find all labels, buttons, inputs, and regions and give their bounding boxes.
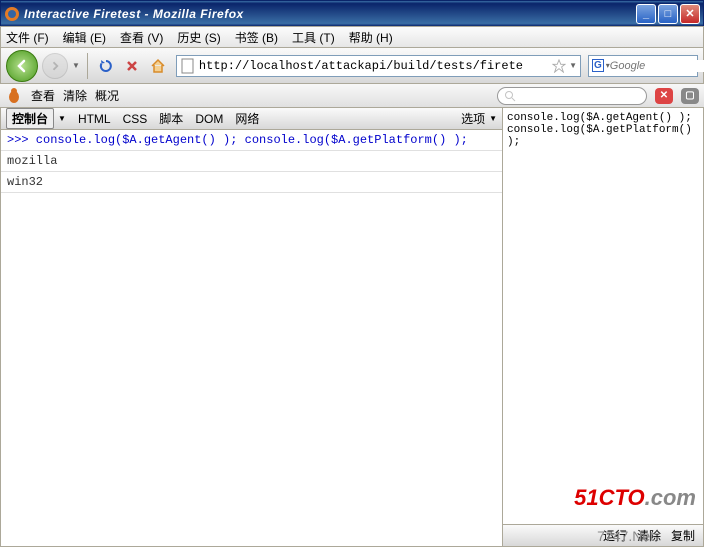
home-button[interactable] — [147, 55, 169, 77]
navbar: ▼ ▼ G ▾ — [0, 48, 704, 84]
menu-edit[interactable]: 编辑 (E) — [63, 29, 106, 46]
minimize-button[interactable]: _ — [636, 4, 656, 24]
inspect-button[interactable]: 查看 — [31, 87, 55, 104]
tab-net[interactable]: 网络 — [235, 110, 259, 127]
menu-bookmarks[interactable]: 书签 (B) — [235, 29, 278, 46]
firefox-icon — [4, 6, 20, 22]
dropdown-icon[interactable]: ▼ — [489, 114, 497, 123]
reload-button[interactable] — [95, 55, 117, 77]
dropdown-icon[interactable]: ▼ — [58, 114, 66, 123]
watermark: 51CTO.com — [574, 485, 696, 511]
close-panel-button[interactable]: ✕ — [655, 88, 673, 104]
copy-button[interactable]: 复制 — [671, 527, 695, 544]
tab-html[interactable]: HTML — [78, 112, 111, 126]
menu-history[interactable]: 历史 (S) — [177, 29, 220, 46]
tab-css[interactable]: CSS — [123, 112, 148, 126]
firebug-search[interactable] — [497, 87, 647, 105]
reload-icon — [98, 58, 114, 74]
search-bar[interactable]: G ▾ — [588, 55, 698, 77]
console-command: >>> console.log($A.getAgent() ); console… — [1, 130, 502, 151]
arrow-right-icon — [49, 60, 61, 72]
profile-button[interactable]: 概况 — [95, 87, 119, 104]
forward-button — [42, 53, 68, 79]
url-input[interactable] — [199, 59, 552, 73]
back-button[interactable] — [6, 50, 38, 82]
menu-view[interactable]: 查看 (V) — [120, 29, 163, 46]
window-title: Interactive Firetest - Mozilla Firefox — [24, 7, 636, 21]
command-editor-panel: console.log($A.getAgent() ); console.log… — [503, 108, 703, 546]
menu-tools[interactable]: 工具 (T) — [292, 29, 335, 46]
maximize-button[interactable]: □ — [658, 4, 678, 24]
firebug-tabs: 控制台 ▼ HTML CSS 脚本 DOM 网络 选项 ▼ — [1, 108, 502, 130]
detach-panel-button[interactable]: ▢ — [681, 88, 699, 104]
console-panel: 控制台 ▼ HTML CSS 脚本 DOM 网络 选项 ▼ >>> consol… — [1, 108, 503, 546]
titlebar: Interactive Firetest - Mozilla Firefox _… — [0, 0, 704, 26]
dropdown-icon[interactable]: ▼ — [569, 61, 577, 70]
stop-button[interactable] — [121, 55, 143, 77]
close-button[interactable]: ✕ — [680, 4, 700, 24]
star-icon[interactable] — [552, 59, 566, 73]
stop-icon — [125, 59, 139, 73]
page-icon — [180, 58, 196, 74]
google-icon: G — [592, 59, 604, 72]
menu-help[interactable]: 帮助 (H) — [349, 29, 393, 46]
console-output[interactable]: >>> console.log($A.getAgent() ); console… — [1, 130, 502, 546]
tab-options[interactable]: 选项 — [461, 110, 485, 127]
dropdown-icon[interactable]: ▼ — [72, 61, 80, 70]
menu-file[interactable]: 文件 (F) — [6, 29, 49, 46]
firebug-icon[interactable] — [5, 87, 23, 105]
clear-button[interactable]: 清除 — [63, 87, 87, 104]
console-result: mozilla — [1, 151, 502, 172]
tab-dom[interactable]: DOM — [195, 112, 223, 126]
menubar: 文件 (F) 编辑 (E) 查看 (V) 历史 (S) 书签 (B) 工具 (T… — [0, 26, 704, 48]
arrow-left-icon — [14, 58, 30, 74]
tab-console[interactable]: 控制台 — [6, 108, 54, 129]
tab-script[interactable]: 脚本 — [159, 110, 183, 127]
search-input[interactable] — [610, 60, 704, 72]
command-editor[interactable]: console.log($A.getAgent() ); console.log… — [503, 108, 703, 524]
watermark: 7747.Net — [597, 528, 654, 544]
console-result: win32 — [1, 172, 502, 193]
home-icon — [150, 58, 166, 74]
url-bar[interactable]: ▼ — [176, 55, 581, 77]
firebug-toolbar: 查看 清除 概况 ✕ ▢ — [0, 84, 704, 108]
search-icon — [504, 90, 516, 102]
